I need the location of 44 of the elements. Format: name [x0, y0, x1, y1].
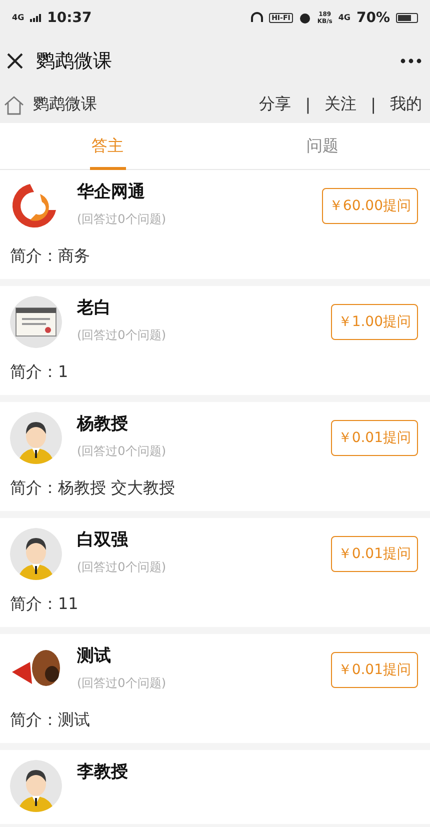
expert-name: 华企网通: [77, 181, 146, 203]
document-icon: [10, 296, 62, 348]
headphones-icon: [250, 12, 263, 24]
answer-count: (回答过0个问题): [77, 211, 167, 228]
battery-icon: [396, 13, 418, 23]
close-icon[interactable]: [6, 52, 24, 70]
network-label: 4G: [338, 14, 350, 22]
ask-button[interactable]: ￥0.01提问: [330, 652, 418, 688]
answer-count: (回答过0个问题): [77, 675, 167, 692]
expert-name: 李教授: [77, 761, 129, 783]
ask-button[interactable]: ￥1.00提问: [330, 304, 418, 340]
clock-time: 10:37: [47, 10, 92, 26]
ask-button[interactable]: ￥0.01提问: [330, 536, 418, 572]
expert-intro: 简介：测试: [10, 710, 91, 731]
home-link[interactable]: 鹦鹉微课: [33, 94, 260, 115]
avatar-icon: [10, 760, 62, 812]
answer-count: (回答过0个问题): [77, 327, 167, 344]
expert-name: 老白: [77, 297, 112, 319]
answer-count: (回答过0个问题): [77, 559, 167, 576]
expert-intro: 简介：11: [10, 594, 80, 615]
tab[interactable]: 答主: [0, 123, 215, 169]
expert-name: 白双强: [77, 529, 130, 551]
nav-link[interactable]: 我的: [390, 94, 422, 115]
ask-button[interactable]: ￥60.00提问: [322, 188, 418, 224]
separator: |: [305, 95, 311, 114]
answer-count: (回答过0个问题): [77, 443, 167, 460]
nav-link[interactable]: 关注: [324, 94, 357, 115]
expert-intro: 简介：1: [10, 362, 70, 383]
expert-intro: 简介：商务: [10, 246, 91, 267]
battery-percent: 70%: [356, 10, 390, 26]
expert-name: 杨教授: [77, 413, 129, 435]
separator: |: [370, 95, 376, 114]
expert-intro: 简介：杨教授 交大教授: [10, 478, 176, 499]
signal-icon: [30, 14, 42, 22]
avatar-icon: [10, 528, 62, 580]
home-icon[interactable]: [3, 94, 25, 114]
ask-button[interactable]: ￥0.01提问: [330, 420, 418, 456]
avatar-icon: [10, 412, 62, 464]
expert-name: 测试: [77, 645, 112, 667]
page-title: 鹦鹉微课: [36, 49, 113, 74]
tab[interactable]: 问题: [215, 123, 430, 169]
nav-link[interactable]: 分享: [259, 94, 292, 115]
signal-label: 4G: [12, 14, 24, 22]
more-icon[interactable]: [400, 58, 422, 64]
